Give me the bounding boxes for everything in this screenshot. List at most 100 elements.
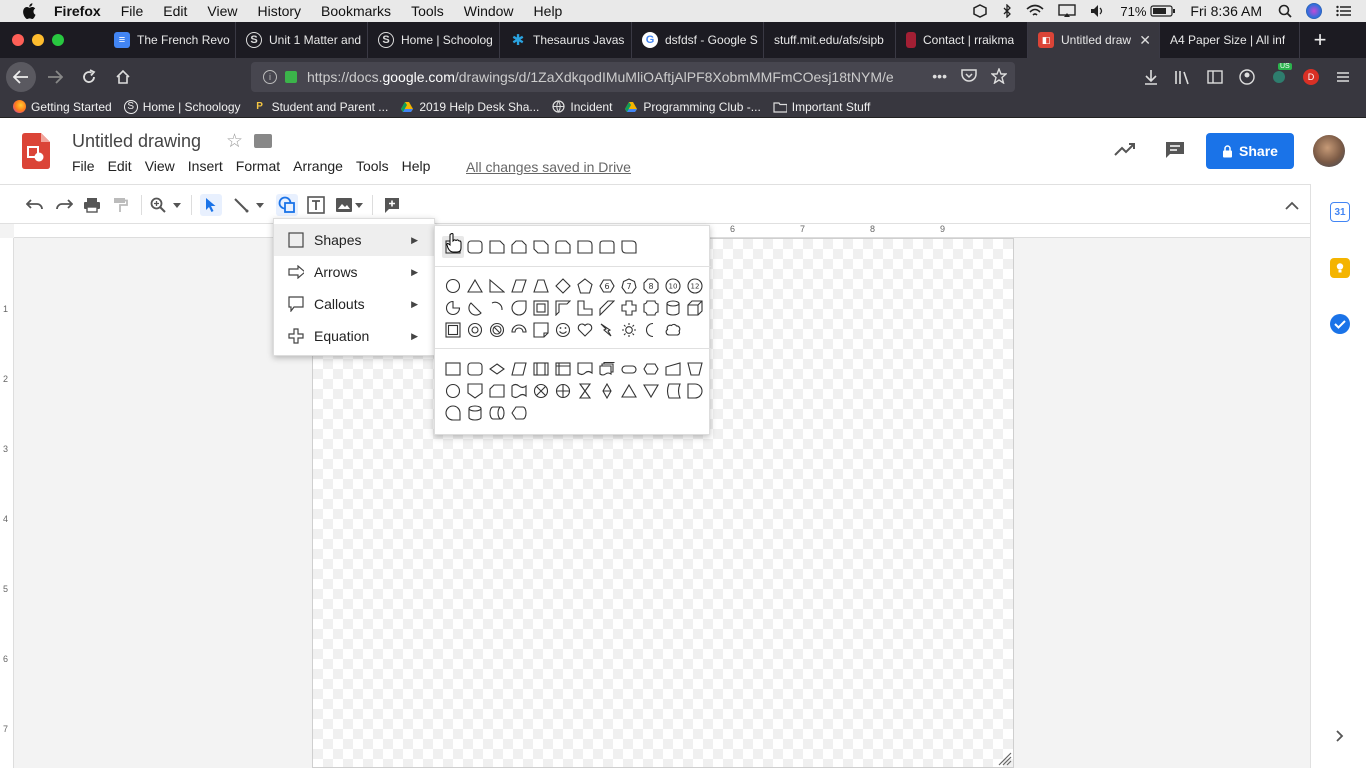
vpn-extension-icon[interactable]: US xyxy=(1264,62,1294,92)
chord-shape-icon[interactable] xyxy=(464,297,486,319)
bookmark-item[interactable]: Programming Club -... xyxy=(624,100,761,114)
round-single-corner-shape-icon[interactable] xyxy=(574,236,596,258)
arc-shape-icon[interactable] xyxy=(486,297,508,319)
siri-icon[interactable] xyxy=(1306,3,1322,19)
mac-menu-history[interactable]: History xyxy=(257,3,301,19)
flowchart-collate-shape-icon[interactable] xyxy=(574,380,596,402)
snip-diagonal-shape-icon[interactable] xyxy=(530,236,552,258)
right-triangle-shape-icon[interactable] xyxy=(486,275,508,297)
moon-shape-icon[interactable] xyxy=(640,319,662,341)
diamond-shape-icon[interactable] xyxy=(552,275,574,297)
flowchart-or-shape-icon[interactable] xyxy=(552,380,574,402)
half-frame-shape-icon[interactable] xyxy=(552,297,574,319)
browser-tab-active[interactable]: ◧ Untitled draw ✕ xyxy=(1028,22,1160,58)
mac-menu-edit[interactable]: Edit xyxy=(163,3,187,19)
no-symbol-shape-icon[interactable] xyxy=(486,319,508,341)
bevel-shape-icon[interactable] xyxy=(442,319,464,341)
flowchart-display-shape-icon[interactable] xyxy=(508,402,530,424)
plaque-shape-icon[interactable] xyxy=(640,297,662,319)
flowchart-internal-storage-shape-icon[interactable] xyxy=(552,358,574,380)
lightning-bolt-shape-icon[interactable] xyxy=(596,319,618,341)
triangle-shape-icon[interactable] xyxy=(464,275,486,297)
document-title[interactable]: Untitled drawing xyxy=(72,131,201,152)
url-text[interactable]: https://docs.google.com/drawings/d/1ZaXd… xyxy=(307,69,897,85)
forward-button[interactable] xyxy=(40,62,70,92)
round-same-side-shape-icon[interactable] xyxy=(596,236,618,258)
flowchart-extract-shape-icon[interactable] xyxy=(618,380,640,402)
mac-menu-window[interactable]: Window xyxy=(464,3,514,19)
folded-corner-shape-icon[interactable] xyxy=(530,319,552,341)
bookmark-item[interactable]: Getting Started xyxy=(12,100,112,114)
drawings-logo-icon[interactable] xyxy=(22,133,50,169)
move-to-folder-icon[interactable] xyxy=(254,134,272,148)
donut-shape-icon[interactable] xyxy=(464,319,486,341)
snip-same-side-shape-icon[interactable] xyxy=(508,236,530,258)
flowchart-manual-operation-shape-icon[interactable] xyxy=(684,358,706,380)
smiley-shape-icon[interactable] xyxy=(552,319,574,341)
dropbox-icon[interactable] xyxy=(972,4,988,18)
heptagon-shape-icon[interactable]: 7 xyxy=(618,275,640,297)
comments-icon[interactable] xyxy=(1164,140,1186,165)
battery-status[interactable]: 71% xyxy=(1120,4,1176,19)
pie-shape-icon[interactable] xyxy=(442,297,464,319)
flowchart-predefined-process-shape-icon[interactable] xyxy=(530,358,552,380)
snip-round-corner-shape-icon[interactable] xyxy=(552,236,574,258)
app-menu-firefox[interactable]: Firefox xyxy=(54,3,101,19)
flowchart-summing-junction-shape-icon[interactable] xyxy=(530,380,552,402)
parallelogram-shape-icon[interactable] xyxy=(508,275,530,297)
flowchart-process-shape-icon[interactable] xyxy=(442,358,464,380)
wifi-icon[interactable] xyxy=(1026,4,1044,18)
apple-menu-icon[interactable] xyxy=(20,0,38,22)
flowchart-alternate-process-shape-icon[interactable] xyxy=(464,358,486,380)
bookmark-item[interactable]: P Student and Parent ... xyxy=(253,100,388,114)
browser-tab[interactable]: S Home | Schoolog xyxy=(368,22,500,58)
browser-tab[interactable]: stuff.mit.edu/afs/sipb xyxy=(764,22,896,58)
calendar-icon[interactable]: 31 xyxy=(1330,202,1350,222)
oval-shape-icon[interactable] xyxy=(442,275,464,297)
browser-tab[interactable]: ✱ Thesaurus Javas xyxy=(500,22,632,58)
user-avatar[interactable] xyxy=(1313,135,1345,167)
resize-handle-icon[interactable] xyxy=(998,752,1012,766)
bookmark-item[interactable]: Important Stuff xyxy=(773,100,870,114)
undo-icon[interactable] xyxy=(24,194,46,216)
flowchart-sort-shape-icon[interactable] xyxy=(596,380,618,402)
menu-format[interactable]: Format xyxy=(236,158,280,174)
flowchart-delay-shape-icon[interactable] xyxy=(684,380,706,402)
collapse-menu-chevron-up-icon[interactable] xyxy=(1281,194,1303,216)
menu-item-callouts[interactable]: Callouts ▶ xyxy=(274,288,436,320)
library-icon[interactable] xyxy=(1168,62,1198,92)
print-icon[interactable] xyxy=(81,194,103,216)
menu-insert[interactable]: Insert xyxy=(188,158,223,174)
browser-tab[interactable]: G dsfdsf - Google S xyxy=(632,22,764,58)
hamburger-menu-icon[interactable] xyxy=(1328,62,1358,92)
pentagon-shape-icon[interactable] xyxy=(574,275,596,297)
page-actions-icon[interactable]: ••• xyxy=(932,68,947,87)
flowchart-connector-shape-icon[interactable] xyxy=(442,380,464,402)
select-cursor-icon[interactable] xyxy=(200,194,222,216)
new-tab-button[interactable]: + xyxy=(1300,22,1340,58)
sun-shape-icon[interactable] xyxy=(618,319,640,341)
l-shape-icon[interactable] xyxy=(574,297,596,319)
bookmark-star-icon[interactable] xyxy=(990,66,1008,87)
mac-menu-view[interactable]: View xyxy=(207,3,237,19)
snip-single-corner-shape-icon[interactable] xyxy=(486,236,508,258)
save-status[interactable]: All changes saved in Drive xyxy=(466,159,631,175)
mac-menu-help[interactable]: Help xyxy=(534,3,563,19)
browser-tab[interactable]: A4 Paper Size | All inf xyxy=(1160,22,1300,58)
trapezoid-shape-icon[interactable] xyxy=(530,275,552,297)
block-arc-shape-icon[interactable] xyxy=(508,319,530,341)
mac-menu-bookmarks[interactable]: Bookmarks xyxy=(321,3,391,19)
flowchart-stored-data-shape-icon[interactable] xyxy=(662,380,684,402)
profile-extension-icon[interactable]: D xyxy=(1296,62,1326,92)
bookmark-item[interactable]: S Home | Schoology xyxy=(123,99,241,114)
hexagon-shape-icon[interactable]: 6 xyxy=(596,275,618,297)
dodecagon-shape-icon[interactable]: 12 xyxy=(684,275,706,297)
line-tool-icon[interactable] xyxy=(230,194,252,216)
pocket-icon[interactable] xyxy=(961,68,977,87)
octagon-shape-icon[interactable]: 8 xyxy=(640,275,662,297)
menu-file[interactable]: File xyxy=(72,158,95,174)
menu-view[interactable]: View xyxy=(145,158,175,174)
bookmark-item[interactable]: Incident xyxy=(551,100,612,114)
mac-menu-file[interactable]: File xyxy=(121,3,144,19)
close-tab-icon[interactable]: ✕ xyxy=(1139,32,1151,49)
